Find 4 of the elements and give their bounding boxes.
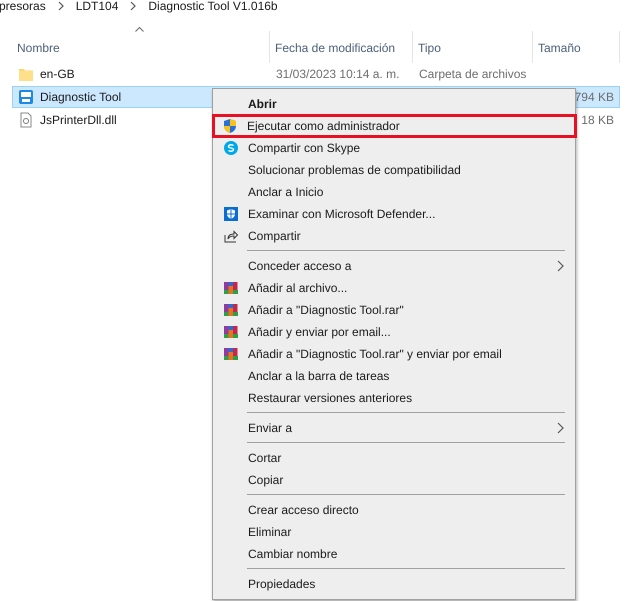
table-cell: Carpeta de archivos [419, 67, 526, 81]
table-cell: 31/03/2023 10:14 a. m. [276, 67, 400, 81]
table-cell: 794 KB [574, 90, 614, 104]
table-cell: 18 KB [581, 113, 614, 127]
